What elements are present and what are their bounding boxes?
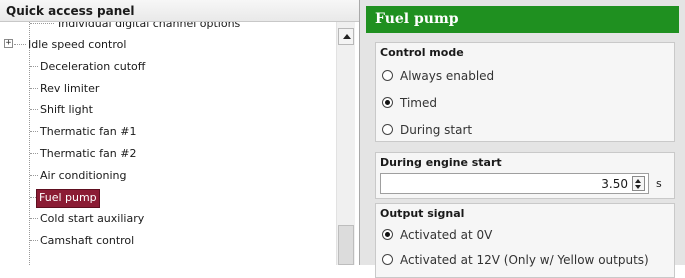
engine-start-duration-input[interactable]: 3.50 (380, 173, 649, 194)
spinner-arrows-icon[interactable] (632, 176, 645, 191)
output-signal-title: Output signal (380, 207, 465, 220)
tree-scrollbar[interactable] (336, 22, 355, 265)
radio-unchecked-icon[interactable] (382, 70, 393, 81)
quick-access-panel: Quick access panel Individual digital ch… (0, 0, 360, 265)
radio-checked-icon[interactable] (382, 97, 393, 108)
radio-unchecked-icon[interactable] (382, 254, 393, 265)
radio-unchecked-icon[interactable] (382, 124, 393, 135)
control-mode-title: Control mode (380, 46, 464, 59)
scroll-thumb[interactable] (338, 225, 354, 265)
scroll-up-arrow-icon[interactable] (338, 28, 354, 45)
unit-label: s (656, 177, 662, 190)
output-signal-group: Output signal Activated at 0V Activated … (375, 203, 675, 278)
engine-start-group: During engine start 3.50 s (375, 152, 675, 199)
engine-start-value: 3.50 (601, 177, 628, 191)
page-title: Fuel pump (366, 6, 679, 33)
expand-plus-icon[interactable]: + (4, 39, 13, 48)
quick-access-tree: Individual digital channel options + Idl… (0, 22, 336, 265)
tree-guide-line (29, 22, 30, 265)
selected-item-highlight: Fuel pump (36, 189, 100, 208)
engine-start-title: During engine start (380, 156, 502, 169)
quick-access-title: Quick access panel (0, 0, 359, 22)
radio-checked-icon[interactable] (382, 229, 393, 240)
control-mode-group: Control mode Always enabled Timed During… (375, 42, 675, 142)
settings-panel: Fuel pump Control mode Always enabled Ti… (360, 0, 685, 278)
